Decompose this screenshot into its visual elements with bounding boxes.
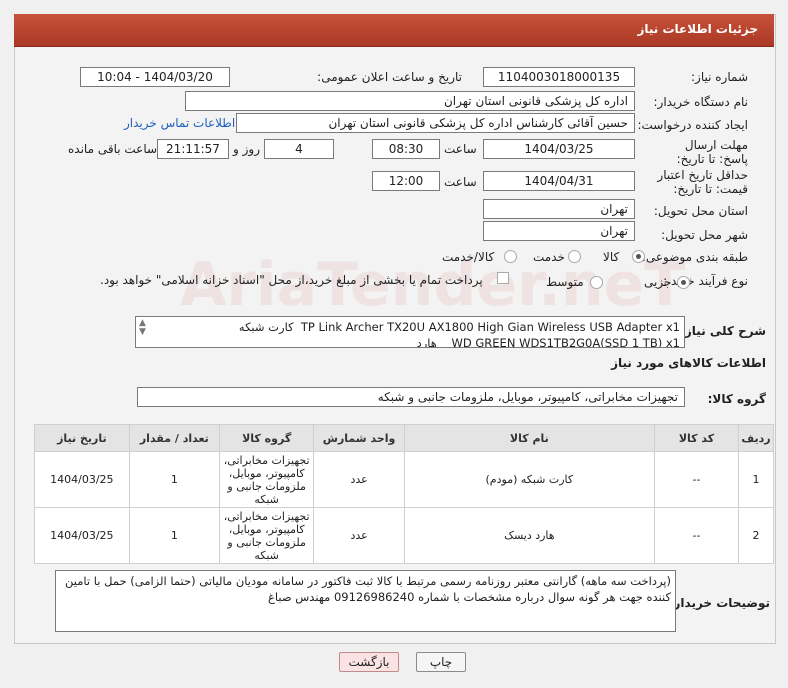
description-textarea[interactable]: TP Link Archer TX20U AX1800 High Gian Wi… (135, 316, 685, 348)
category-radio-goods-service[interactable] (504, 250, 517, 263)
col-header-group: گروه کالا (218, 424, 315, 452)
goods-section-title: اطلاعات کالاهای مورد نیاز (611, 356, 766, 370)
reply-time-field[interactable]: 08:30 (372, 139, 440, 159)
price-time-field[interactable]: 12:00 (372, 171, 440, 191)
treasury-payment-checkbox[interactable] (497, 272, 509, 284)
cell-row-number: 1 (738, 451, 774, 508)
description-label: شرح کلی نیاز: (680, 324, 766, 338)
table-header-row: ردیف کد کالا نام کالا واحد شمارش گروه کا… (34, 424, 774, 452)
city-label: شهر محل تحویل: (661, 228, 748, 242)
category-option-goods: کالا (603, 250, 620, 264)
print-button[interactable]: چاپ (416, 652, 466, 672)
header-bar: جزئیات اطلاعات نیاز (14, 14, 774, 47)
cell-code: -- (653, 451, 740, 508)
price-date-field[interactable]: 1404/04/31 (483, 171, 635, 191)
reply-date-field[interactable]: 1404/03/25 (483, 139, 635, 159)
cell-row-number: 2 (738, 507, 774, 564)
table-row[interactable]: 1 -- کارت شبکه (مودم) عدد تجهیزات مخابرا… (34, 451, 774, 508)
cell-quantity: 1 (128, 507, 220, 564)
reply-deadline-label: مهلت ارسال پاسخ: تا تاریخ: (676, 138, 748, 166)
goods-table: ردیف کد کالا نام کالا واحد شمارش گروه کا… (34, 424, 774, 564)
cell-unit: عدد (313, 507, 405, 564)
creator-field[interactable]: حسین آقائی کارشناس اداره کل پزشکی قانونی… (236, 113, 635, 133)
province-label: استان محل تحویل: (653, 204, 748, 218)
creator-label: ایجاد کننده درخواست: (637, 118, 748, 132)
cell-unit: عدد (313, 451, 405, 508)
price-validity-label: حداقل تاریخ اعتبار قیمت: تا تاریخ: (657, 168, 748, 196)
col-header-name: نام کالا (403, 424, 655, 452)
buyer-org-label: نام دستگاه خریدار: (653, 95, 749, 109)
cell-date: 1404/03/25 (34, 451, 130, 508)
remaining-time-label: ساعت باقی مانده (68, 142, 158, 156)
buyer-org-field[interactable]: اداره کل پزشکی قانونی استان تهران (185, 91, 635, 111)
cell-quantity: 1 (128, 451, 220, 508)
cell-group: تجهیزات مخابراتی، کامپیوتر، موبایل، ملزو… (218, 507, 315, 564)
buyer-notes-textarea[interactable]: (پرداخت سه ماهه) گارانتی معتبر روزنامه ر… (55, 570, 676, 632)
price-time-label: ساعت (444, 175, 477, 189)
process-radio-minor[interactable] (677, 276, 690, 289)
process-radio-medium[interactable] (590, 276, 603, 289)
back-button[interactable]: بازگشت (339, 652, 399, 672)
announce-label: تاریخ و ساعت اعلان عمومی: (317, 70, 462, 84)
category-option-service: خدمت (533, 250, 565, 264)
cell-name: هارد دیسک (403, 507, 655, 564)
cell-group: تجهیزات مخابراتی، کامپیوتر، موبایل، ملزو… (218, 451, 315, 508)
province-field[interactable]: تهران (483, 199, 635, 219)
col-header-code: کد کالا (653, 424, 740, 452)
reply-time-label: ساعت (444, 142, 477, 156)
process-option-minor: جزیی (644, 275, 672, 289)
payment-note: پرداخت تمام یا بخشی از مبلغ خرید،از محل … (100, 273, 483, 287)
cell-date: 1404/03/25 (34, 507, 130, 564)
table-row[interactable]: 2 -- هارد دیسک عدد تجهیزات مخابراتی، کام… (34, 507, 774, 564)
category-option-goods-service: کالا/خدمت (442, 250, 495, 264)
page-title: جزئیات اطلاعات نیاز (637, 22, 758, 36)
category-label: طبقه بندی موضوعی: (641, 250, 748, 264)
announce-field[interactable]: 1404/03/20 - 10:04 (80, 67, 230, 87)
need-number-field[interactable]: 1104003018000135 (483, 67, 635, 87)
days-field[interactable]: 4 (264, 139, 334, 159)
cell-code: -- (653, 507, 740, 564)
cell-name: کارت شبکه (مودم) (403, 451, 655, 508)
need-number-label: شماره نیاز: (691, 70, 748, 84)
col-header-row-number: ردیف (738, 424, 774, 452)
buyer-notes-label: توضیحات خریدار: (668, 596, 770, 610)
goods-group-label: گروه کالا: (707, 392, 766, 406)
col-header-unit: واحد شمارش (313, 424, 405, 452)
col-header-quantity: تعداد / مقدار (128, 424, 220, 452)
category-radio-service[interactable] (568, 250, 581, 263)
scroll-down-icon[interactable]: ▼ (139, 327, 146, 337)
days-label: روز و (233, 142, 260, 156)
remaining-time-field[interactable]: 21:11:57 (157, 139, 229, 159)
buyer-contact-link[interactable]: اطلاعات تماس خریدار (124, 116, 235, 130)
city-field[interactable]: تهران (483, 221, 635, 241)
col-header-date: تاریخ نیاز (34, 424, 130, 452)
process-label: نوع فرآیند خرید : (663, 274, 748, 288)
process-option-medium: متوسط (546, 275, 584, 289)
goods-group-field[interactable]: تجهیزات مخابراتی، کامپیوتر، موبایل، ملزو… (137, 387, 685, 407)
category-radio-goods[interactable] (632, 250, 645, 263)
